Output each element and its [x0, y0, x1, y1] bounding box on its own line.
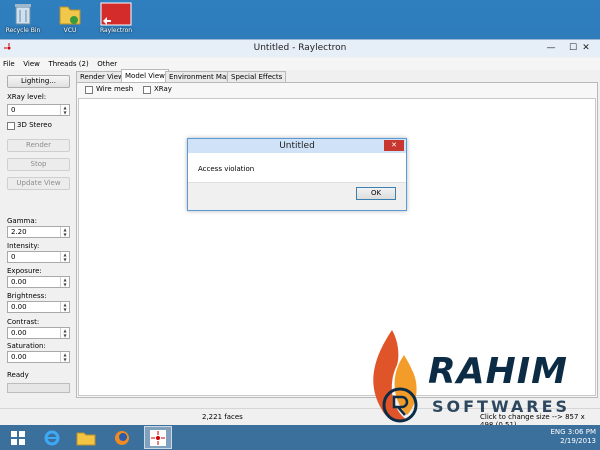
contrast-label: Contrast: [7, 318, 40, 326]
start-button[interactable] [4, 426, 32, 449]
spin-down-icon[interactable]: ▼ [61, 232, 69, 237]
status-text: Ready [7, 371, 29, 379]
minimize-button[interactable]: — [540, 40, 562, 57]
brightness-value: 0.00 [11, 303, 27, 311]
render-button[interactable]: Render [7, 139, 70, 152]
intensity-value: 0 [11, 253, 16, 261]
taskbar-firefox[interactable] [108, 426, 136, 449]
watermark-subtitle: SOFTWARES [432, 397, 571, 416]
title-bar[interactable]: Untitled - Raylectron — ☐ ✕ [0, 40, 600, 57]
spinner-arrows[interactable]: ▲ ▼ [60, 302, 69, 312]
folder-icon [59, 6, 81, 25]
dialog-title-bar[interactable]: Untitled ✕ [188, 139, 406, 153]
saturation-value: 0.00 [11, 353, 27, 361]
contrast-value: 0.00 [11, 329, 27, 337]
gamma-spinner[interactable]: 2.20 ▲ ▼ [7, 226, 70, 238]
exposure-spinner[interactable]: 0.00 ▲ ▼ [7, 276, 70, 288]
spinner-arrows[interactable]: ▲ ▼ [60, 252, 69, 262]
spin-down-icon[interactable]: ▼ [61, 257, 69, 262]
tab-model-view[interactable]: Model View [121, 69, 169, 83]
spinner-arrows[interactable]: ▲ ▼ [60, 352, 69, 362]
spin-down-icon[interactable]: ▼ [61, 333, 69, 338]
exposure-label: Exposure: [7, 267, 42, 275]
taskbar-internet-explorer[interactable] [38, 426, 66, 449]
close-button[interactable]: ✕ [572, 40, 600, 57]
raylectron-taskbar-icon [150, 429, 166, 446]
rahim-softwares-watermark: RAHIM SOFTWARES [362, 325, 592, 435]
dialog-message: Access violation [198, 165, 255, 173]
taskbar-raylectron[interactable] [144, 426, 172, 449]
spin-down-icon[interactable]: ▼ [61, 282, 69, 287]
saturation-spinner[interactable]: 0.00 ▲ ▼ [7, 351, 70, 363]
spinner-arrows[interactable]: ▲ ▼ [60, 328, 69, 338]
error-dialog: Untitled ✕ Access violation OK [187, 138, 407, 211]
intensity-spinner[interactable]: 0 ▲ ▼ [7, 251, 70, 263]
gamma-label: Gamma: [7, 217, 37, 225]
file-explorer-icon [76, 432, 96, 445]
dialog-footer: OK [188, 182, 406, 210]
desktop-icon-recycle-bin[interactable]: Recycle Bin [3, 2, 43, 38]
spin-down-icon[interactable]: ▼ [61, 307, 69, 312]
stop-button[interactable]: Stop [7, 158, 70, 171]
raylectron-shortcut-icon [100, 2, 132, 26]
brightness-label: Brightness: [7, 292, 47, 300]
exposure-value: 0.00 [11, 278, 27, 286]
desktop-icon-label: Recycle Bin [5, 27, 41, 34]
spin-down-icon[interactable]: ▼ [61, 110, 69, 115]
desktop-icon-label: VCU [63, 27, 77, 34]
internet-explorer-icon [44, 430, 60, 445]
control-panel: Lighting... XRay level: 0 ▲ ▼ 3D Stereo R… [0, 71, 76, 397]
recycle-bin-icon [15, 4, 31, 25]
tab-environment-map[interactable]: Environment Map [165, 71, 235, 82]
desktop-icon-label: Raylectron [99, 27, 133, 34]
xray-level-spinner[interactable]: 0 ▲ ▼ [7, 104, 70, 116]
menu-bar: File View Threads (2) Other [0, 58, 600, 70]
menu-view[interactable]: View [20, 58, 43, 70]
model-view-options: Wire mesh XRay [77, 83, 597, 97]
watermark-title: RAHIM [428, 351, 568, 392]
desktop-icon-raylectron[interactable]: Raylectron [96, 2, 136, 38]
3d-stereo-label: 3D Stereo [17, 121, 52, 129]
xray-level-label: XRay level: [7, 93, 47, 101]
menu-other[interactable]: Other [94, 58, 120, 70]
wire-mesh-checkbox[interactable] [85, 86, 93, 94]
saturation-label: Saturation: [7, 342, 46, 350]
dialog-title: Untitled [279, 141, 315, 151]
firefox-icon [115, 430, 129, 445]
brightness-spinner[interactable]: 0.00 ▲ ▼ [7, 301, 70, 313]
xray-checkbox[interactable] [143, 86, 151, 94]
tab-special-effects[interactable]: Special Effects [227, 71, 287, 82]
spinner-arrows[interactable]: ▲ ▼ [60, 277, 69, 287]
update-view-button[interactable]: Update View [7, 177, 70, 190]
intensity-label: Intensity: [7, 242, 40, 250]
gamma-value: 2.20 [11, 228, 27, 236]
dialog-close-button[interactable]: ✕ [384, 140, 404, 151]
menu-file[interactable]: File [0, 58, 18, 70]
contrast-spinner[interactable]: 0.00 ▲ ▼ [7, 327, 70, 339]
spinner-arrows[interactable]: ▲ ▼ [60, 105, 69, 115]
clock-date: 2/19/2013 [560, 437, 596, 445]
windows-logo-icon [11, 430, 25, 445]
flame-logo-icon [373, 330, 418, 423]
xray-label: XRay [154, 85, 172, 93]
tab-render-view[interactable]: Render View [76, 71, 128, 82]
taskbar-file-explorer[interactable] [72, 426, 100, 449]
spinner-arrows[interactable]: ▲ ▼ [60, 227, 69, 237]
render-progress-bar [7, 383, 70, 393]
3d-stereo-checkbox[interactable] [7, 122, 15, 130]
ok-button[interactable]: OK [356, 187, 396, 200]
desktop-icon-vcu[interactable]: VCU [50, 2, 90, 38]
lighting-button[interactable]: Lighting... [7, 75, 70, 88]
menu-threads[interactable]: Threads (2) [45, 58, 91, 70]
xray-level-value: 0 [11, 106, 16, 114]
spin-down-icon[interactable]: ▼ [61, 357, 69, 362]
wire-mesh-label: Wire mesh [96, 85, 134, 93]
window-title: Untitled - Raylectron [253, 43, 347, 53]
face-count: 2,221 faces [202, 413, 243, 421]
